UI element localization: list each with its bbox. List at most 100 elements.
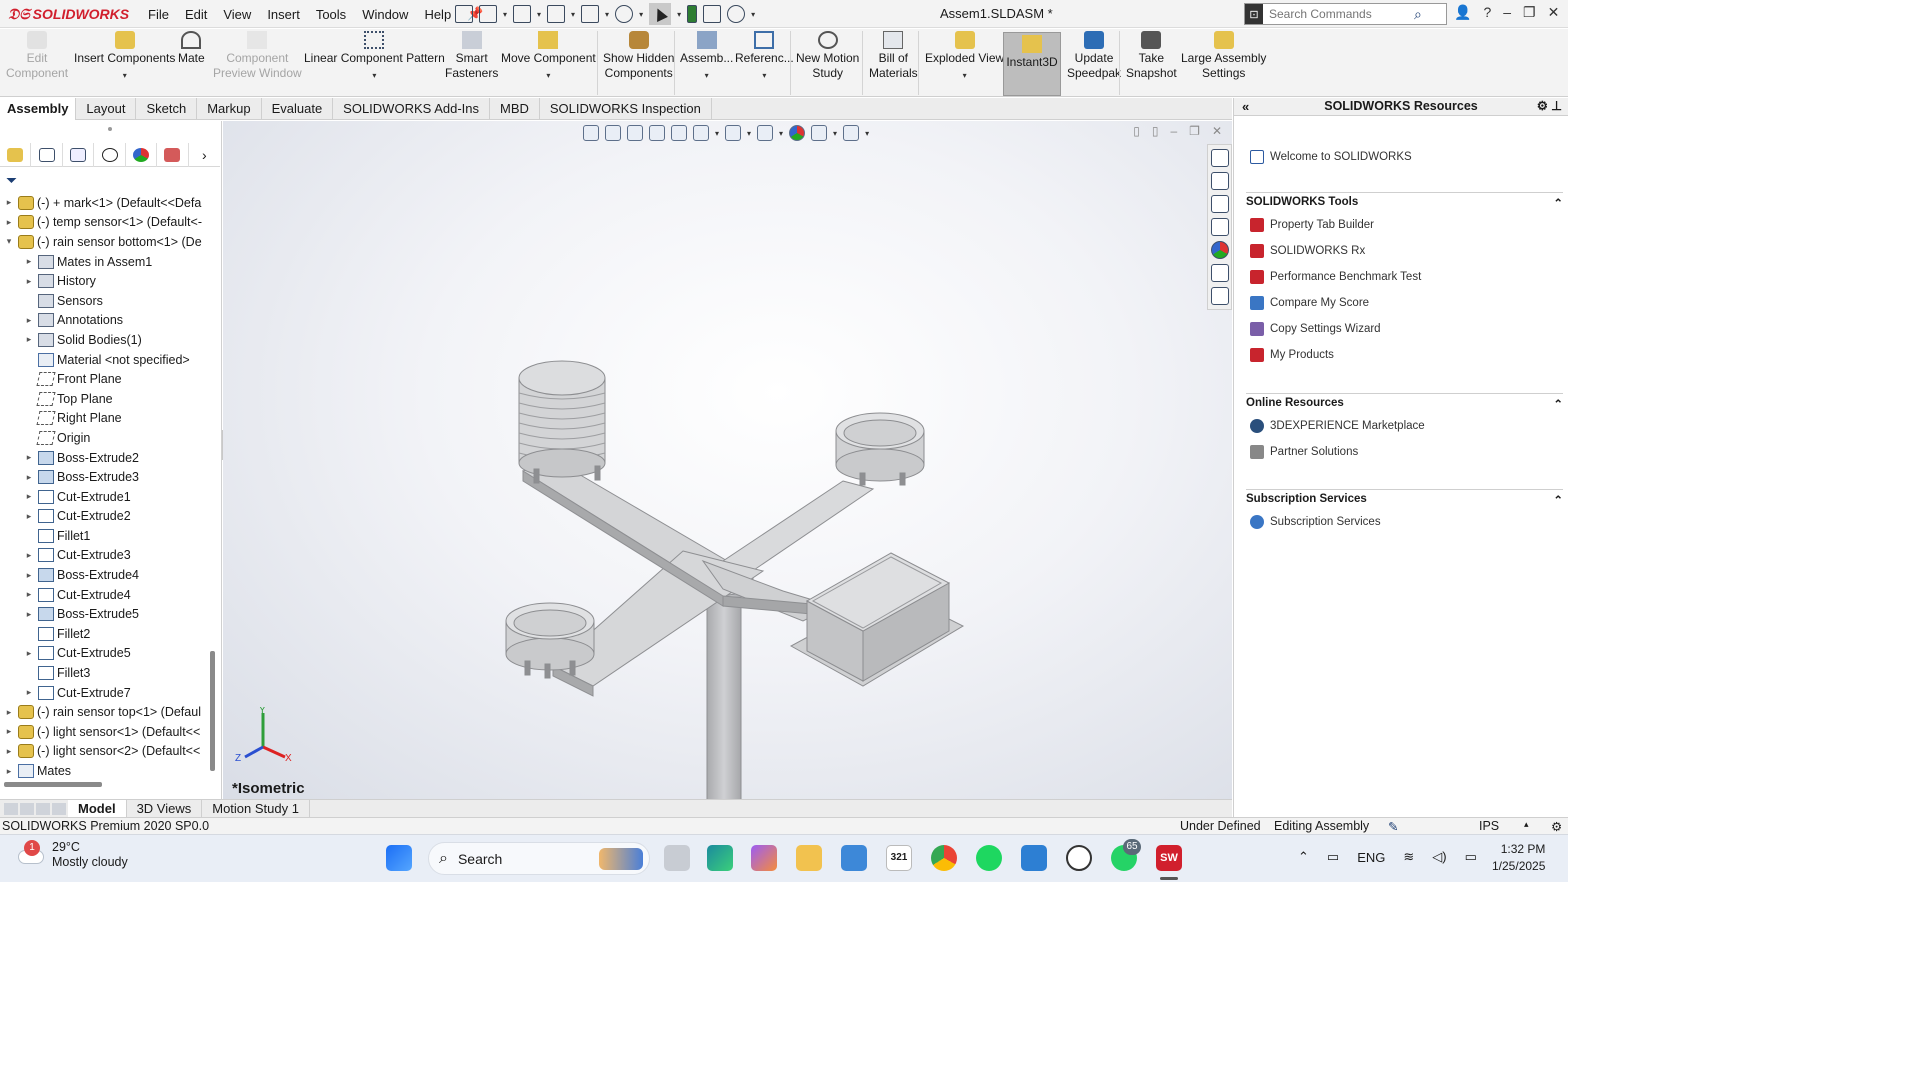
welcome-link[interactable]: Welcome to SOLIDWORKS xyxy=(1246,144,1563,170)
section-header[interactable]: Subscription Services ⌃ xyxy=(1246,489,1563,509)
collapsed-arrow-icon[interactable]: ▸ xyxy=(24,550,34,561)
appearances-icon[interactable] xyxy=(1210,241,1229,259)
menu-edit[interactable]: Edit xyxy=(177,7,215,22)
vertical-scrollbar[interactable] xyxy=(210,651,215,771)
graphics-area[interactable]: ▾ ▾ ▾ ▾ ▾ ▯ ▯ – ❐ ✕ Y X Z *Isometric xyxy=(223,121,1232,799)
update-speedpak-button[interactable]: Update Speedpak xyxy=(1067,31,1121,81)
collapsed-arrow-icon[interactable]: ▸ xyxy=(24,570,34,581)
home-icon[interactable] xyxy=(455,5,473,23)
tree-item[interactable]: Front Plane xyxy=(0,369,210,389)
file-properties-icon[interactable] xyxy=(703,5,722,23)
tree-item[interactable]: ▸ Annotations xyxy=(0,311,210,331)
file-explorer-icon[interactable] xyxy=(1210,195,1229,213)
windows-start-icon[interactable] xyxy=(386,845,412,871)
collapsed-arrow-icon[interactable]: ▸ xyxy=(24,276,34,287)
panel-grip[interactable] xyxy=(108,127,112,131)
search-commands-input[interactable] xyxy=(1269,7,1414,21)
tree-item[interactable]: ▸ Boss-Extrude4 xyxy=(0,565,210,585)
smart-fasteners-button[interactable]: Smart Fasteners xyxy=(445,31,498,81)
tree-item[interactable]: ▸ Boss-Extrude5 xyxy=(0,604,210,624)
tree-item[interactable]: Material <not specified> xyxy=(0,350,210,370)
collapsed-arrow-icon[interactable]: ▸ xyxy=(24,452,34,463)
show-hidden-icons-chevron-icon[interactable]: ⌃ xyxy=(1298,849,1309,865)
display-manager-tab-icon[interactable] xyxy=(126,142,158,167)
rebuild-status-icon[interactable]: ✎ xyxy=(1388,819,1398,834)
tree-item[interactable]: ▸ Solid Bodies(1) xyxy=(0,330,210,350)
forum-icon[interactable] xyxy=(1210,287,1229,305)
expanded-arrow-icon[interactable]: ▾ xyxy=(4,236,14,247)
show-hidden-components-button[interactable]: Show Hidden Components xyxy=(603,31,674,81)
tree-item[interactable]: ▸ History xyxy=(0,271,210,291)
linear-component-pattern-button[interactable]: Linear Component Pattern ▾ xyxy=(304,31,445,83)
customize-icon[interactable]: ⚙ xyxy=(1551,819,1562,834)
tree-item[interactable]: ▸ Cut-Extrude3 xyxy=(0,546,210,566)
tab-inspection[interactable]: SOLIDWORKS Inspection xyxy=(540,98,712,120)
compare-my-score-link[interactable]: Compare My Score xyxy=(1246,290,1563,316)
chevron-up-icon[interactable]: ⌃ xyxy=(1553,196,1563,212)
model-geometry[interactable] xyxy=(223,121,1232,799)
appearance-tab-icon[interactable] xyxy=(157,142,189,167)
assembly-features-button[interactable]: Assemb... ▾ xyxy=(680,31,733,83)
tree-item[interactable]: ▸ Mates in Assem1 xyxy=(0,252,210,272)
move-component-button[interactable]: Move Component ▾ xyxy=(501,31,596,83)
collapsed-arrow-icon[interactable]: ▸ xyxy=(4,746,14,757)
menu-window[interactable]: Window xyxy=(354,7,416,22)
units-caret-icon[interactable]: ▴ xyxy=(1524,819,1529,830)
3dexperience-marketplace-link[interactable]: 3DEXPERIENCE Marketplace xyxy=(1246,413,1563,439)
tree-item[interactable]: Fillet3 xyxy=(0,663,210,683)
open-icon[interactable] xyxy=(513,5,532,23)
menu-view[interactable]: View xyxy=(215,7,259,22)
search-commands[interactable]: ⊡ ⌕ xyxy=(1244,3,1447,25)
select-pointer-icon[interactable] xyxy=(649,3,672,25)
tab-assembly[interactable]: Assembly xyxy=(0,98,77,120)
notepad-icon[interactable] xyxy=(841,845,867,871)
volume-icon[interactable]: ◁) xyxy=(1432,849,1446,865)
partner-solutions-link[interactable]: Partner Solutions xyxy=(1246,439,1563,465)
tree-item[interactable]: ▸ Cut-Extrude5 xyxy=(0,644,210,664)
expand-tabs-chevron-icon[interactable]: › xyxy=(189,143,220,167)
tab-markup[interactable]: Markup xyxy=(197,98,262,120)
tree-item[interactable]: ▾ (-) rain sensor bottom<1> (De xyxy=(0,232,210,252)
tree-item[interactable]: ▸ (-) light sensor<1> (Default<< xyxy=(0,722,210,742)
collapsed-arrow-icon[interactable]: ▸ xyxy=(24,589,34,600)
tree-item[interactable]: ▸ (-) + mark<1> (Default<<Defa xyxy=(0,193,210,213)
design-library-icon[interactable] xyxy=(1210,172,1229,190)
electronics-enclosure[interactable] xyxy=(789,552,965,687)
collapsed-arrow-icon[interactable]: ▸ xyxy=(24,648,34,659)
property-manager-tab-icon[interactable] xyxy=(31,142,63,167)
settings-gear-icon[interactable]: ⚙ xyxy=(1537,98,1548,115)
horizontal-scrollbar[interactable] xyxy=(4,782,102,787)
rebuild-icon[interactable] xyxy=(687,5,698,23)
vscode-icon[interactable] xyxy=(1021,845,1047,871)
menu-help[interactable]: Help xyxy=(416,7,459,22)
collapsed-arrow-icon[interactable]: ▸ xyxy=(24,491,34,502)
tree-item[interactable]: ▸ Mates xyxy=(0,761,210,781)
tab-addins[interactable]: SOLIDWORKS Add-Ins xyxy=(333,98,490,120)
tree-item[interactable]: Origin xyxy=(0,428,210,448)
github-copilot-icon[interactable] xyxy=(1066,845,1092,871)
unit-system[interactable]: IPS xyxy=(1479,819,1499,833)
feature-tree-tab-icon[interactable] xyxy=(0,142,32,167)
my-products-link[interactable]: My Products xyxy=(1246,342,1563,368)
print-icon[interactable] xyxy=(581,5,600,23)
copy-settings-wizard-link[interactable]: Copy Settings Wizard xyxy=(1246,316,1563,342)
spotify-icon[interactable] xyxy=(976,845,1002,871)
section-header[interactable]: SOLIDWORKS Tools ⌃ xyxy=(1246,192,1563,212)
undo-icon[interactable] xyxy=(615,5,634,23)
subscription-services-link[interactable]: Subscription Services xyxy=(1246,509,1563,535)
tree-item[interactable]: ▸ Cut-Extrude7 xyxy=(0,683,210,703)
mate-button[interactable]: Mate xyxy=(178,31,205,66)
mounting-pole[interactable] xyxy=(706,575,742,799)
pin-icon[interactable]: ⊥ xyxy=(1551,98,1562,115)
collapse-chevron-icon[interactable]: « xyxy=(1242,98,1249,115)
copilot-icon[interactable] xyxy=(751,845,777,871)
exploded-view-button[interactable]: Exploded View ▾ xyxy=(925,31,1004,83)
collapsed-arrow-icon[interactable]: ▸ xyxy=(4,197,14,208)
close-button[interactable]: ✕ xyxy=(1548,4,1560,21)
collapsed-arrow-icon[interactable]: ▸ xyxy=(24,256,34,267)
new-document-icon[interactable] xyxy=(479,5,497,23)
chrome-icon[interactable] xyxy=(931,845,957,871)
edit-component-button[interactable]: Edit Component xyxy=(6,31,68,81)
rain-sensor-top-cup[interactable] xyxy=(835,412,925,486)
tab-motion-study-1[interactable]: Motion Study 1 xyxy=(202,799,310,818)
